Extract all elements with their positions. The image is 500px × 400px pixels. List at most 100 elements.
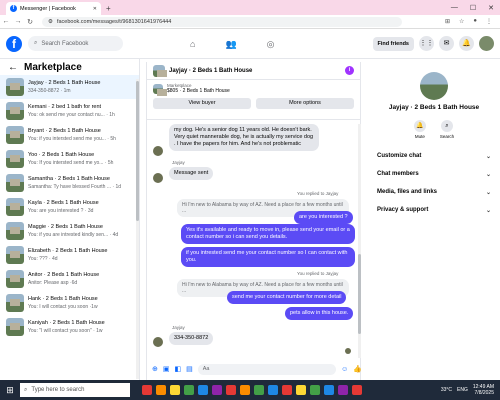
- conversation-name: Kemani · 2 bed 1 bath for rent: [28, 104, 102, 110]
- listing-title[interactable]: $805 · 2 Beds 1 Bath House: [167, 88, 230, 94]
- conversation-item[interactable]: Kaniyah · 2 Beds 1 Bath House You: "I wil…: [0, 315, 139, 339]
- conversation-item[interactable]: Maggie · 2 Beds 1 Bath House You: if you …: [0, 219, 139, 243]
- find-friends-button[interactable]: Find friends: [372, 36, 414, 51]
- menu-kebab-icon[interactable]: ⋮: [486, 18, 492, 25]
- chat-info-icon[interactable]: i: [345, 66, 354, 75]
- close-window-icon[interactable]: ✕: [488, 4, 494, 12]
- chat-members-section[interactable]: Chat members ⌄: [368, 165, 500, 183]
- account-avatar[interactable]: [479, 36, 494, 51]
- conversation-scrollbar[interactable]: [136, 79, 139, 379]
- taskbar-app-icon[interactable]: [226, 385, 236, 395]
- home-icon[interactable]: ⌂: [190, 39, 195, 49]
- groups-icon[interactable]: ◎: [267, 39, 275, 50]
- taskbar-app-icon[interactable]: [254, 385, 264, 395]
- media-files-links-section[interactable]: Media, files and links ⌄: [368, 183, 500, 201]
- maximize-icon[interactable]: ☐: [470, 4, 476, 12]
- new-tab-button[interactable]: +: [106, 2, 111, 15]
- bookmark-star-icon[interactable]: ☆: [459, 18, 464, 25]
- search-placeholder: Search Facebook: [41, 40, 89, 47]
- weather-text[interactable]: 33°C: [441, 387, 452, 393]
- back-arrow-icon[interactable]: ←: [8, 62, 18, 73]
- site-info-icon[interactable]: ⚙: [48, 19, 53, 25]
- conversation-item[interactable]: Samantha · 2 Beds 1 Bath House Samantha: …: [0, 171, 139, 195]
- taskbar-app-icon[interactable]: [198, 385, 208, 395]
- plus-circle-icon[interactable]: ⊕: [152, 365, 158, 373]
- chat-title[interactable]: Jayjay · 2 Beds 1 Bath House: [169, 68, 252, 74]
- taskbar-app-icon[interactable]: [324, 385, 334, 395]
- taskbar-search-input[interactable]: ⌕ Type here to search: [20, 383, 130, 397]
- taskbar-app-icon[interactable]: [142, 385, 152, 395]
- taskbar-app-icon[interactable]: [212, 385, 222, 395]
- view-buyer-button[interactable]: View buyer: [153, 98, 251, 109]
- taskbar-app-icon[interactable]: [170, 385, 180, 395]
- sender-avatar[interactable]: [153, 337, 163, 347]
- message-composer: ⊕ ▣ ◧ ▤ Aa ☺ 👍: [147, 360, 362, 378]
- taskbar-app-icon[interactable]: [184, 385, 194, 395]
- taskbar-app-icon[interactable]: [310, 385, 320, 395]
- windows-taskbar: ⊞ ⌕ Type here to search 33°C ENG 12:49 A…: [0, 380, 500, 400]
- conversation-item[interactable]: Bryant · 2 Beds 1 Bath House You: if you …: [0, 123, 139, 147]
- conversation-name: Bryant · 2 Beds 1 Bath House: [28, 128, 101, 134]
- reload-icon[interactable]: ↻: [24, 18, 36, 26]
- more-options-button[interactable]: More options: [256, 98, 354, 109]
- marketplace-listing-card: Marketplace $805 · 2 Beds 1 Bath House V…: [147, 80, 360, 120]
- conversation-item[interactable]: Elizabeth · 2 Beds 1 Bath House You: ??? …: [0, 243, 139, 267]
- taskbar-app-icon[interactable]: [352, 385, 362, 395]
- chat-thumbnail[interactable]: [153, 64, 167, 77]
- taskbar-app-icon[interactable]: [338, 385, 348, 395]
- sticker-icon[interactable]: ◧: [175, 365, 182, 373]
- facebook-header: f ⌕ Search Facebook ⌂ 👥 ◎ Find friends ⋮…: [0, 29, 500, 59]
- clock[interactable]: 12:49 AM 7/8/2025: [473, 384, 494, 396]
- minimize-icon[interactable]: —: [451, 4, 458, 11]
- browser-tab[interactable]: f Messenger | Facebook ✕: [6, 2, 101, 15]
- taskbar-app-icon[interactable]: [268, 385, 278, 395]
- chat-profile-picture[interactable]: [420, 72, 448, 100]
- sender-name: Jayjay: [172, 325, 185, 330]
- conversation-item[interactable]: Hank · 2 Beds 1 Bath House You: I will co…: [0, 291, 139, 315]
- url-field[interactable]: ⚙ facebook.com/messages/t/96813016419764…: [42, 16, 402, 27]
- taskbar-app-icon[interactable]: [282, 385, 292, 395]
- apps-grid-icon[interactable]: ⋮⋮: [419, 36, 434, 51]
- close-tab-icon[interactable]: ✕: [93, 6, 97, 12]
- sender-avatar[interactable]: [153, 173, 163, 183]
- privacy-support-section[interactable]: Privacy & support ⌄: [368, 201, 500, 219]
- chat-scrollbar[interactable]: [358, 124, 361, 358]
- back-icon[interactable]: ←: [0, 18, 12, 25]
- like-thumb-icon[interactable]: 👍: [353, 365, 362, 373]
- messenger-icon[interactable]: ✉: [439, 36, 454, 51]
- conversation-item[interactable]: Anitor · 2 Beds 1 Bath House Anitor: Plea…: [0, 267, 139, 291]
- emoji-icon[interactable]: ☺: [341, 366, 348, 373]
- friends-icon[interactable]: 👥: [225, 39, 236, 50]
- conversation-preview: You: are you interested ? · 3d: [28, 208, 94, 214]
- scrollbar-thumb[interactable]: [358, 254, 361, 334]
- conversation-text: Kayla · 2 Beds 1 Bath House You: are you …: [28, 199, 99, 215]
- notifications-bell-icon[interactable]: 🔔: [459, 36, 474, 51]
- sender-avatar[interactable]: [153, 146, 163, 156]
- language-indicator[interactable]: ENG: [457, 387, 468, 393]
- taskbar-app-icon[interactable]: [156, 385, 166, 395]
- listing-thumbnail[interactable]: [153, 83, 167, 96]
- taskbar-app-icon[interactable]: [296, 385, 306, 395]
- conversation-item[interactable]: Yoo · 2 Beds 1 Bath House You: If you int…: [0, 147, 139, 171]
- conversation-item[interactable]: Kemani · 2 bed 1 bath for rent You: ok se…: [0, 99, 139, 123]
- conversation-item[interactable]: Kayla · 2 Beds 1 Bath House You: are you …: [0, 195, 139, 219]
- message-input[interactable]: Aa: [197, 363, 337, 375]
- scrollbar-thumb[interactable]: [136, 81, 139, 221]
- conversation-name: Jayjay · 2 Beds 1 Bath House: [28, 80, 101, 86]
- tab-title: Messenger | Facebook: [20, 5, 76, 12]
- system-tray: 33°C ENG 12:49 AM 7/8/2025: [441, 384, 500, 396]
- install-icon[interactable]: ⊞: [445, 18, 450, 25]
- facebook-search-input[interactable]: ⌕ Search Facebook: [28, 36, 123, 51]
- gif-icon[interactable]: ▤: [186, 365, 193, 373]
- facebook-logo-icon[interactable]: f: [6, 35, 22, 52]
- search-in-chat-button[interactable]: ⌕ Search: [440, 120, 454, 139]
- profile-icon[interactable]: ●: [473, 18, 477, 25]
- mute-button[interactable]: 🔔 Mute: [413, 120, 426, 139]
- windows-start-icon[interactable]: ⊞: [3, 385, 17, 396]
- taskbar-app-icon[interactable]: [240, 385, 250, 395]
- forward-icon[interactable]: →: [12, 18, 24, 25]
- sender-name: Jayjay: [172, 160, 185, 165]
- conversation-item[interactable]: Jayjay · 2 Beds 1 Bath House 334-350-8872…: [0, 75, 139, 99]
- photo-icon[interactable]: ▣: [163, 365, 170, 373]
- customize-chat-section[interactable]: Customize chat ⌄: [368, 147, 500, 165]
